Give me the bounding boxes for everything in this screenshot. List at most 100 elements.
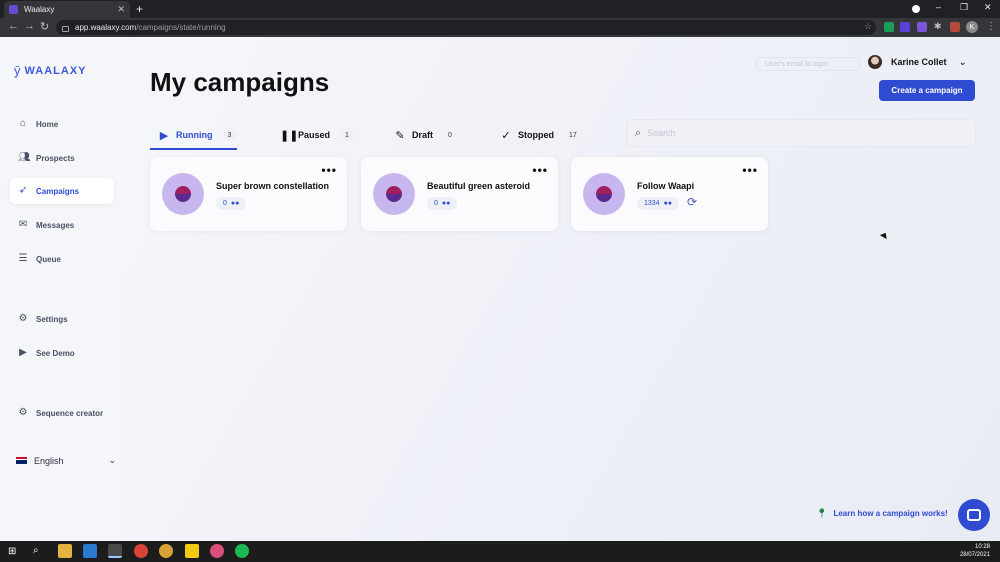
new-tab-button[interactable]: + <box>136 2 143 16</box>
back-arrow-icon[interactable]: ← <box>8 20 19 32</box>
campaign-card[interactable]: Follow Waapi 1334 ●● ⟳ ••• <box>571 157 768 231</box>
tab-label: Paused <box>298 130 331 140</box>
search-icon[interactable]: ⌕ <box>33 545 39 556</box>
bookmark-star-icon[interactable]: ☆ <box>864 21 872 32</box>
planet-icon <box>596 186 612 202</box>
active-tab-indicator <box>150 148 237 150</box>
sticky-notes-icon[interactable] <box>185 544 199 558</box>
mail-icon[interactable] <box>83 544 97 558</box>
chrome-icon[interactable] <box>134 544 148 558</box>
reload-icon[interactable]: ↻ <box>40 20 49 33</box>
chrome-icon[interactable] <box>108 544 122 558</box>
logo[interactable]: ȳ WAALAXY <box>14 63 87 78</box>
sidebar-item-sequence-creator[interactable]: ⚙ Sequence creator <box>10 400 114 426</box>
file-explorer-icon[interactable] <box>58 544 72 558</box>
spotify-icon[interactable] <box>235 544 249 558</box>
sidebar-item-home[interactable]: ⌂ Home <box>10 111 114 137</box>
tab-paused[interactable]: ❚❚ Paused 1 <box>280 121 354 149</box>
chat-icon <box>967 509 981 521</box>
user-menu[interactable]: Karine Collet ⌄ <box>868 55 967 69</box>
close-tab-icon[interactable]: ✕ <box>117 4 125 15</box>
extension-icon[interactable] <box>884 22 894 32</box>
tab-title: Waalaxy <box>24 5 55 14</box>
chrome-icon[interactable] <box>210 544 224 558</box>
forward-arrow-icon[interactable]: → <box>24 20 35 32</box>
sidebar-item-label: Settings <box>36 314 68 324</box>
address-bar[interactable]: app.waalaxy.com /campaigns/state/running… <box>56 20 876 35</box>
search-icon: ⌕ <box>635 126 642 139</box>
restore-button[interactable]: ❐ <box>960 2 968 13</box>
tab-label: Stopped <box>518 130 554 140</box>
close-window-button[interactable]: ✕ <box>984 2 992 13</box>
system-clock[interactable]: 10:28 28/07/2021 <box>960 543 990 559</box>
sidebar-item-label: Messages <box>36 220 75 230</box>
prospect-count-badge: 0 ●● <box>216 197 247 210</box>
url-host: app.waalaxy.com <box>75 23 137 32</box>
sidebar-item-messages[interactable]: ✉ Messages <box>10 212 114 238</box>
language-label: English <box>34 455 64 466</box>
pin-icon: 📍︎ <box>816 508 828 518</box>
more-options-icon[interactable]: ••• <box>532 163 548 177</box>
browser-toolbar: ← → ↻ app.waalaxy.com /campaigns/state/r… <box>0 18 1000 37</box>
tab-count: 17 <box>564 129 582 141</box>
profile-avatar[interactable]: K <box>966 21 978 33</box>
browser-tab[interactable]: Waalaxy ✕ <box>4 1 130 18</box>
sidebar-item-settings[interactable]: ⚙ Settings <box>10 306 114 332</box>
people-icon: ●● <box>441 200 451 207</box>
planet-icon <box>175 186 191 202</box>
envelope-icon: ✉ <box>18 219 28 230</box>
campaign-avatar <box>162 173 204 215</box>
extension-icon[interactable] <box>900 22 910 32</box>
campaign-card[interactable]: Super brown constellation 0 ●● ••• <box>150 157 347 231</box>
campaign-avatar <box>373 173 415 215</box>
sidebar-item-label: Prospects <box>36 153 75 163</box>
tab-running[interactable]: ▶ Running 3 <box>158 121 237 149</box>
tab-stopped[interactable]: ✓ Stopped 17 <box>500 121 582 149</box>
people-icon: 👥︎ <box>18 152 31 163</box>
gear-icon: ⚙ <box>18 313 28 324</box>
waalaxy-favicon-icon <box>9 5 18 14</box>
login-as-user-input[interactable]: User's email to login <box>756 57 860 71</box>
gear-icon: ⚙ <box>18 407 28 418</box>
learn-campaign-link[interactable]: 📍︎ Learn how a campaign works! <box>816 508 948 519</box>
prospect-count: 1334 <box>644 200 660 207</box>
puzzle-icon[interactable]: ✱ <box>934 21 944 31</box>
sidebar-item-see-demo[interactable]: ▶ See Demo <box>10 340 114 366</box>
campaign-avatar <box>583 173 625 215</box>
language-selector[interactable]: English ⌄ <box>16 455 116 466</box>
sidebar-item-prospects[interactable]: 👥︎ Prospects <box>10 145 114 171</box>
more-options-icon[interactable]: ••• <box>742 163 758 177</box>
tab-label: Running <box>176 130 213 140</box>
sidebar-item-queue[interactable]: ☰ Queue <box>10 246 114 272</box>
prospect-count: 0 <box>223 200 227 207</box>
browser-menu-icon[interactable]: ⋮ <box>986 21 996 32</box>
search-box[interactable]: ⌕ <box>626 119 976 147</box>
sidebar-item-campaigns[interactable]: ➶ Campaigns <box>10 178 114 204</box>
campaign-card[interactable]: Beautiful green asteroid 0 ●● ••• <box>361 157 558 231</box>
prospect-count-badge: 1334 ●● <box>637 197 680 210</box>
search-input[interactable] <box>647 128 948 138</box>
tab-draft[interactable]: ✎ Draft 0 <box>394 121 457 149</box>
people-icon: ●● <box>230 200 240 207</box>
minimize-button[interactable]: – <box>936 2 941 12</box>
chrome-icon[interactable] <box>159 544 173 558</box>
campaign-name: Follow Waapi <box>637 181 695 191</box>
create-campaign-button[interactable]: Create a campaign <box>879 80 975 101</box>
more-options-icon[interactable]: ••• <box>321 163 337 177</box>
record-icon[interactable] <box>912 5 920 13</box>
chat-support-button[interactable] <box>958 499 990 531</box>
campaign-name: Super brown constellation <box>216 181 330 191</box>
uk-flag-icon <box>16 457 27 464</box>
chevron-down-icon: ⌄ <box>958 56 967 68</box>
pause-icon: ❚❚ <box>280 129 299 142</box>
extension-icon[interactable] <box>917 22 927 32</box>
extension-icon[interactable] <box>950 22 960 32</box>
windows-start-icon[interactable]: ⊞ <box>8 546 16 557</box>
play-icon: ▶ <box>19 347 27 358</box>
sidebar: ȳ WAALAXY ⌂ Home 👥︎ Prospects ➶ Campaign… <box>0 37 126 541</box>
tab-count: 0 <box>443 129 457 141</box>
chevron-down-icon: ⌄ <box>108 455 116 465</box>
sync-icon[interactable]: ⟳ <box>687 195 697 209</box>
lock-icon <box>62 25 69 32</box>
prospect-count: 0 <box>434 200 438 207</box>
